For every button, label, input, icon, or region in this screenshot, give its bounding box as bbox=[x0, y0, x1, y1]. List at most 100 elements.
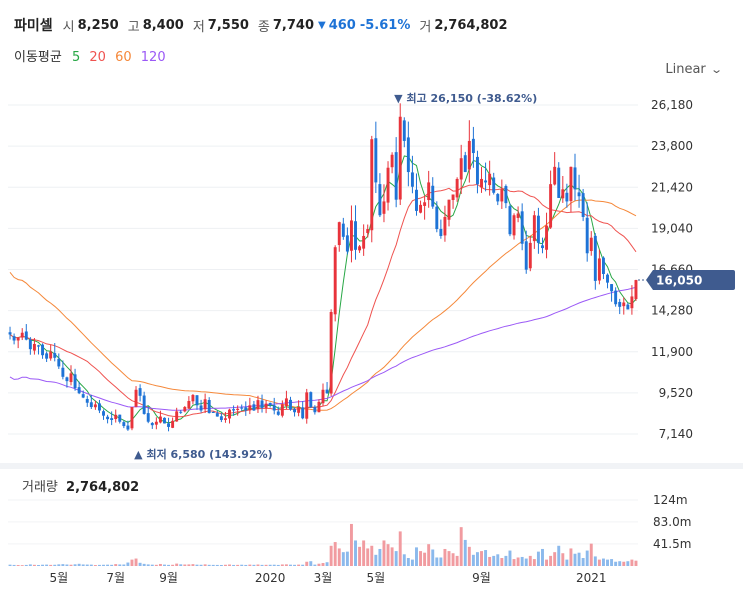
volume-bar bbox=[321, 563, 325, 566]
volume-bar bbox=[447, 551, 451, 566]
low-price-marker: ▲ 최저 6,580 (143.92%) bbox=[134, 447, 273, 461]
volume-bar bbox=[65, 564, 69, 566]
candle-body bbox=[362, 235, 366, 249]
volume-bar bbox=[207, 564, 211, 566]
candle-body bbox=[89, 402, 93, 408]
candle-body bbox=[378, 184, 382, 216]
candle-body bbox=[370, 139, 374, 231]
candle-body bbox=[45, 353, 49, 359]
volume-bar bbox=[32, 564, 36, 566]
volume-bar bbox=[549, 555, 553, 566]
volume-bar bbox=[354, 540, 357, 566]
candle-body bbox=[199, 405, 203, 411]
volume-bar bbox=[77, 563, 81, 566]
volume-bar bbox=[284, 564, 288, 566]
candle-body bbox=[187, 400, 191, 409]
candle-body bbox=[305, 392, 309, 419]
high-label: 고 bbox=[127, 19, 140, 35]
volume-bar bbox=[211, 564, 215, 566]
candle-body bbox=[427, 182, 431, 201]
ma5-legend: 5 bbox=[71, 50, 81, 65]
scale-selector[interactable]: Linear ⌄ bbox=[665, 62, 722, 77]
volume-bar bbox=[69, 564, 73, 566]
candle-body bbox=[520, 211, 524, 244]
candle-body bbox=[73, 374, 77, 389]
volume-bar bbox=[345, 551, 349, 566]
candle-body bbox=[463, 155, 467, 173]
candle-body bbox=[589, 237, 593, 252]
volume-bar bbox=[219, 564, 223, 566]
volume-bar bbox=[362, 540, 366, 566]
candle-body bbox=[467, 140, 471, 170]
candle-body bbox=[415, 189, 418, 211]
candle-body bbox=[122, 422, 126, 427]
volume-bar bbox=[179, 564, 183, 566]
volume-bar bbox=[443, 548, 447, 566]
volume-bar bbox=[134, 558, 138, 566]
volume-bar bbox=[150, 564, 154, 566]
x-tick-label: 9월 bbox=[159, 571, 178, 585]
volume-bar bbox=[8, 564, 12, 566]
candle-body bbox=[175, 411, 179, 422]
candle-body bbox=[394, 152, 398, 200]
candle-body bbox=[37, 345, 40, 347]
close-label: 종 bbox=[257, 19, 270, 35]
ma60-line bbox=[9, 199, 637, 411]
volume-panel-header: 거래량 2,764,802 bbox=[22, 476, 139, 495]
volume-bar bbox=[410, 559, 414, 566]
candle-body bbox=[313, 407, 317, 413]
volume-bar bbox=[634, 560, 638, 566]
candle-body bbox=[354, 221, 357, 250]
candle-body bbox=[24, 331, 28, 340]
volume-bar bbox=[61, 564, 65, 566]
candle-body bbox=[337, 222, 341, 246]
candle-body bbox=[480, 178, 483, 188]
candle-body bbox=[585, 217, 589, 254]
candle-body bbox=[146, 413, 150, 422]
moving-average-legend[interactable]: 이동평균 5 20 60 120 bbox=[14, 46, 171, 65]
volume-bar bbox=[370, 545, 374, 566]
volume-bar bbox=[488, 556, 492, 566]
price-chart[interactable]: 26,18023,80021,42019,04016,66014,28011,9… bbox=[0, 0, 743, 602]
volume-bar bbox=[553, 552, 557, 566]
candle-body bbox=[138, 388, 142, 396]
volume-bar bbox=[606, 559, 609, 566]
volume-bar bbox=[122, 564, 126, 566]
candle-body bbox=[471, 138, 475, 154]
candle-body bbox=[150, 423, 154, 426]
volume-bar bbox=[223, 564, 227, 566]
candle-body bbox=[69, 373, 73, 383]
price-tick-label: 9,520 bbox=[659, 386, 693, 400]
candle-body bbox=[163, 417, 166, 424]
volume-bar bbox=[313, 564, 317, 566]
volume-bar bbox=[195, 564, 199, 566]
candle-body bbox=[272, 405, 276, 411]
candle-body bbox=[289, 399, 292, 410]
candle-body bbox=[557, 167, 561, 198]
candle-body bbox=[358, 246, 362, 251]
candle-body bbox=[532, 215, 536, 242]
volume-bar bbox=[435, 557, 439, 566]
candle-body bbox=[423, 202, 427, 206]
candle-body bbox=[581, 193, 585, 217]
candle-body bbox=[57, 358, 61, 367]
volume-bar bbox=[175, 563, 179, 566]
ma20-line bbox=[9, 183, 637, 418]
volume-bar bbox=[585, 550, 589, 566]
candle-body bbox=[65, 377, 69, 382]
volume-label: 거 bbox=[419, 19, 432, 35]
volume-bar bbox=[451, 553, 455, 566]
volume-bar bbox=[618, 561, 622, 566]
volume-bar bbox=[601, 558, 605, 566]
volume-bar bbox=[500, 558, 504, 566]
volume-bar bbox=[492, 555, 496, 566]
stock-name: 파미셀 bbox=[14, 18, 53, 34]
candle-body bbox=[606, 274, 609, 283]
candle-body bbox=[573, 167, 577, 190]
ma60-legend: 60 bbox=[115, 50, 132, 65]
change-value: 460 bbox=[328, 17, 356, 33]
moving-average-label: 이동평균 bbox=[14, 50, 62, 65]
volume-bar bbox=[557, 545, 561, 566]
x-tick-label: 2021 bbox=[576, 571, 607, 585]
candle-body bbox=[297, 407, 301, 413]
